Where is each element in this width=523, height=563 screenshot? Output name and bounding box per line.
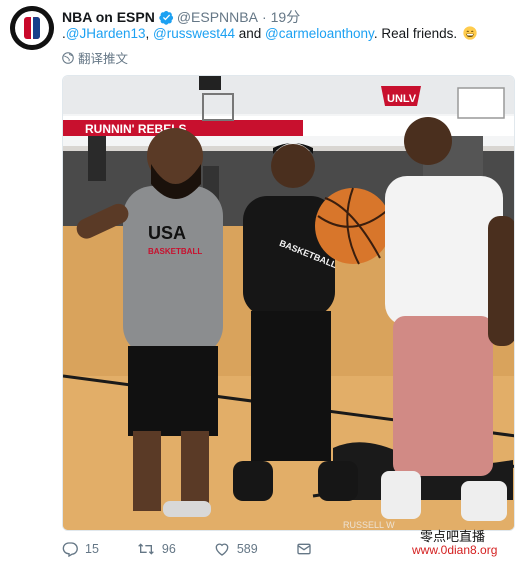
wall-logo-text: UNLV xyxy=(387,93,417,105)
photo-image: RUNNIN' REBELS UNLV RUSSELL W USA BASKET… xyxy=(63,76,514,530)
globe-icon xyxy=(62,51,74,64)
avatar[interactable] xyxy=(10,6,54,50)
handle[interactable]: @ESPNNBA xyxy=(177,9,258,25)
heart-icon xyxy=(215,543,229,556)
like-button[interactable]: 589 xyxy=(214,541,258,557)
text-suffix: . Real friends. xyxy=(373,26,458,41)
shirt-text-usa: USA xyxy=(148,223,186,243)
direct-message-button[interactable] xyxy=(296,541,319,557)
retweet-count: 96 xyxy=(161,542,176,556)
shirt-text-basketball: BASKETBALL xyxy=(148,247,202,256)
mention-link-anthony[interactable]: @carmeloanthony xyxy=(265,26,374,41)
reply-icon xyxy=(62,542,78,557)
mention-link-harden[interactable]: @JHarden13 xyxy=(66,26,146,41)
text-separator-1: , xyxy=(145,26,154,41)
translate-label: 翻译推文 xyxy=(78,52,129,66)
mention-link-westbrook[interactable]: @russwest44 xyxy=(153,26,235,41)
tweet-photo[interactable]: RUNNIN' REBELS UNLV RUSSELL W USA BASKET… xyxy=(62,75,515,531)
mail-icon xyxy=(297,543,311,555)
verified-badge-icon xyxy=(159,10,173,25)
nba-logo-icon xyxy=(10,6,54,50)
tweet-header: NBA on ESPN @ESPNNBA · 19分 xyxy=(62,7,300,27)
like-count: 589 xyxy=(236,542,258,556)
tweet: NBA on ESPN @ESPNNBA · 19分 .@JHarden13, … xyxy=(0,0,523,563)
text-separator-2: and xyxy=(235,26,266,41)
grinning-face-emoji-icon xyxy=(463,26,477,40)
retweet-icon xyxy=(138,543,154,555)
reply-button[interactable]: 15 xyxy=(62,541,99,557)
watermark-url: www.0dian8.org xyxy=(412,543,498,557)
translate-tweet-link[interactable]: 翻译推文 xyxy=(62,48,128,67)
display-name[interactable]: NBA on ESPN xyxy=(62,9,155,25)
retweet-button[interactable]: 96 xyxy=(137,541,176,557)
reply-count: 15 xyxy=(85,542,99,556)
photo-credit-text: RUSSELL W xyxy=(343,520,395,530)
tweet-actions: 15 96 589 xyxy=(62,538,357,560)
separator-dot: · xyxy=(261,9,267,25)
tweet-text: .@JHarden13, @russwest44 and @carmeloant… xyxy=(62,25,477,43)
timestamp[interactable]: 19分 xyxy=(271,7,301,27)
